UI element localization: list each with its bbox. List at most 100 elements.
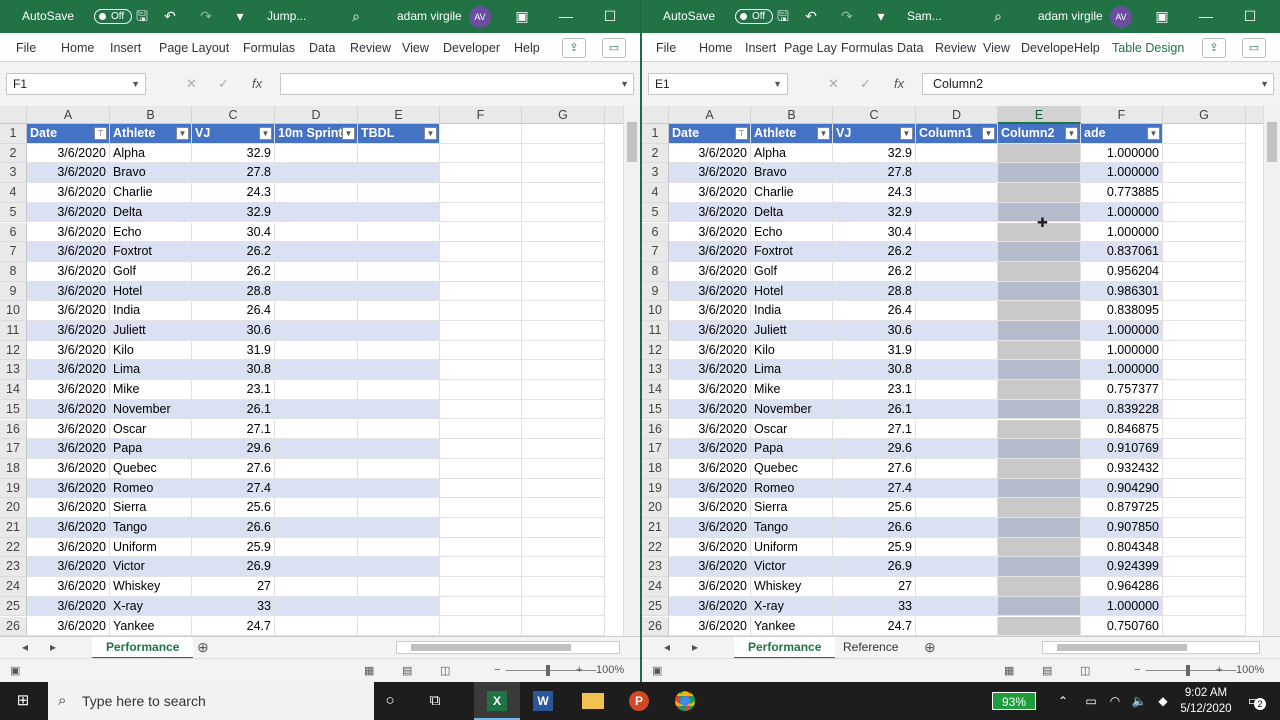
row-header[interactable]: 18 [642,458,669,479]
cell[interactable] [916,202,998,223]
chevron-down-icon[interactable]: ▼ [1260,74,1269,94]
dropbox-icon[interactable]: ◆ [1150,682,1176,720]
row-header[interactable]: 19 [0,478,27,499]
row-header[interactable]: 16 [642,419,669,440]
task-view-icon[interactable]: ⧉ [412,682,458,720]
cell[interactable] [998,183,1081,203]
cell[interactable]: 3/6/2020 [27,399,110,420]
scrollbar-thumb[interactable] [1267,122,1277,162]
menu-view[interactable]: View [402,41,429,55]
cell[interactable] [440,537,522,558]
zoom-slider[interactable] [506,665,596,676]
cell[interactable]: 30.4 [192,222,275,243]
menu-developer[interactable]: Developer [443,41,500,55]
row-header[interactable]: 15 [642,399,669,420]
cell[interactable]: 3/6/2020 [669,183,751,203]
row-header[interactable]: 2 [642,143,669,164]
cell[interactable]: 26.2 [192,261,275,282]
cell[interactable]: 3/6/2020 [669,439,751,459]
zoom-level[interactable]: 100% [1236,664,1264,676]
cell[interactable] [440,596,522,617]
cell[interactable] [358,163,440,184]
row-header[interactable]: 7 [0,242,27,262]
cell[interactable]: 25.9 [192,537,275,558]
column-header-d[interactable]: D [916,106,998,124]
cell[interactable] [998,242,1081,262]
cell[interactable] [522,360,605,381]
cell[interactable]: Yankee [110,616,192,636]
cell[interactable] [440,360,522,381]
cell[interactable] [1163,419,1246,440]
cell[interactable]: 0.837061 [1081,242,1163,262]
row-header[interactable]: 10 [0,301,27,321]
cell[interactable] [440,183,522,203]
zoom-slider-thumb[interactable] [1186,665,1190,676]
cell[interactable]: 3/6/2020 [669,498,751,518]
cell[interactable] [522,261,605,282]
row-header[interactable]: 4 [0,183,27,203]
cell[interactable] [440,419,522,440]
cell[interactable] [440,518,522,538]
zoom-slider-thumb[interactable] [546,665,550,676]
cell[interactable]: 3/6/2020 [27,478,110,499]
minimize-icon[interactable]: — [556,0,576,33]
cell[interactable] [1163,380,1246,400]
column-header-g[interactable]: G [522,106,605,124]
row-header[interactable]: 4 [642,183,669,203]
cell[interactable]: 26.9 [833,557,916,578]
cell[interactable]: 3/6/2020 [27,183,110,203]
filter-dropdown-icon[interactable]: ⊤ [735,127,748,140]
cell[interactable]: 30.8 [833,360,916,381]
cell[interactable] [275,202,358,223]
cell[interactable] [916,439,998,459]
cell[interactable] [358,380,440,400]
cell[interactable] [1163,399,1246,420]
cell[interactable]: 24.3 [192,183,275,203]
select-all-corner[interactable] [642,106,669,124]
cell[interactable]: 0.964286 [1081,577,1163,597]
cell[interactable]: 31.9 [192,340,275,361]
cell[interactable] [440,478,522,499]
battery-badge[interactable]: 93% [992,692,1036,710]
cell[interactable] [275,478,358,499]
cell[interactable] [522,518,605,538]
cell[interactable] [998,301,1081,321]
cell[interactable]: 26.2 [833,261,916,282]
cell[interactable] [1163,518,1246,538]
cell[interactable] [275,242,358,262]
cell[interactable]: 0.924399 [1081,557,1163,578]
cell[interactable]: 3/6/2020 [669,537,751,558]
column-header-g[interactable]: G [1163,106,1246,124]
cell[interactable] [998,439,1081,459]
cell[interactable] [275,577,358,597]
row-header[interactable]: 2 [0,143,27,164]
cell[interactable] [440,281,522,302]
cell[interactable]: Papa [751,439,833,459]
cell[interactable]: 3/6/2020 [27,458,110,479]
scrollbar-thumb[interactable] [1057,644,1187,651]
cell[interactable] [1163,557,1246,578]
cell[interactable]: 30.4 [833,222,916,243]
cell[interactable]: 25.6 [192,498,275,518]
undo-icon[interactable]: ↶ [801,0,821,33]
cell[interactable] [1163,222,1246,243]
cell[interactable]: 28.8 [192,281,275,302]
cell[interactable]: 0.838095 [1081,301,1163,321]
cell[interactable] [916,498,998,518]
cell[interactable]: Papa [110,439,192,459]
cell[interactable]: 29.6 [833,439,916,459]
cell[interactable] [522,163,605,184]
cell[interactable]: 32.9 [833,143,916,164]
row-header[interactable]: 26 [0,616,27,636]
cell[interactable]: 3/6/2020 [669,143,751,164]
save-icon[interactable]: 🖫 [132,0,152,33]
cell[interactable] [440,399,522,420]
search-icon[interactable]: ⌕ [346,0,366,33]
taskbar-search[interactable]: ⌕ Type here to search [48,682,374,720]
cell[interactable]: 1.000000 [1081,321,1163,341]
row-header[interactable]: 8 [642,261,669,282]
cell[interactable]: 3/6/2020 [27,242,110,262]
row-header[interactable]: 22 [0,537,27,558]
maximize-icon[interactable]: ☐ [600,0,620,33]
cell[interactable] [522,419,605,440]
